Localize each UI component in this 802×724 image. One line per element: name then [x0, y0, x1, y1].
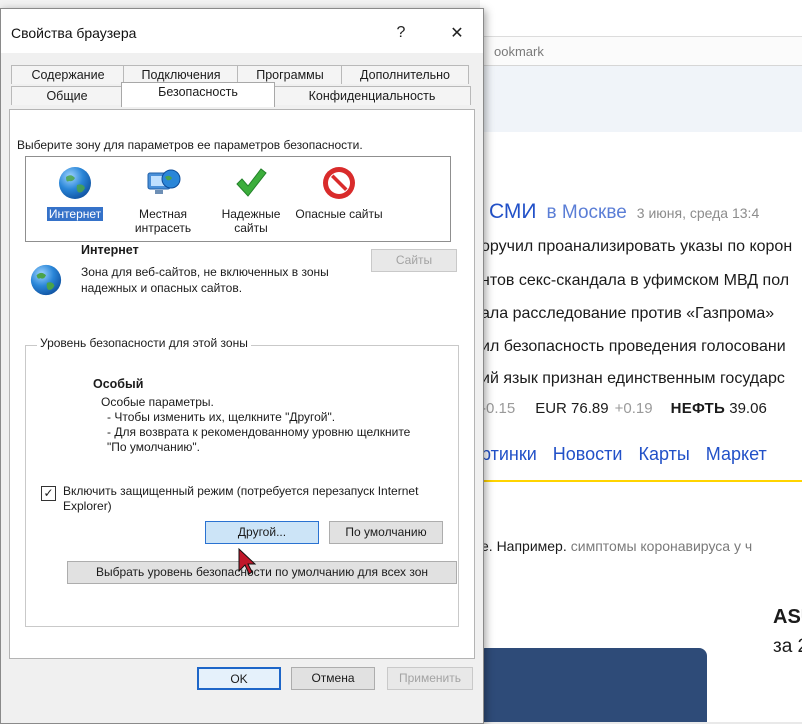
ad-title[interactable]: ASU: [773, 606, 802, 629]
news-header: СМИ в Москве 3 июня, среда 13:4: [489, 200, 759, 224]
mouse-cursor-icon: [238, 547, 257, 575]
zone-restricted[interactable]: Опасные сайты: [294, 159, 384, 237]
tab-general[interactable]: Общие: [11, 86, 123, 105]
rates-row: -0.15 EUR 76.89 +0.19 НЕФТЬ 39.06: [481, 400, 767, 417]
level-line: Особые параметры.: [101, 395, 214, 409]
news-item[interactable]: ала расследование против «Газпрома»: [481, 305, 774, 323]
news-item[interactable]: оручил проанализировать указы по корон: [481, 238, 792, 256]
checkmark-icon: [236, 168, 267, 197]
dialog-title: Свойства браузера: [11, 25, 137, 41]
close-button[interactable]: ✕: [437, 17, 477, 49]
news-item[interactable]: ил безопасность проведения голосовани: [481, 338, 786, 356]
search-example: е. Например. симптомы коронавируса у ч: [481, 538, 752, 554]
reset-all-zones-button[interactable]: Выбрать уровень безопасности по умолчани…: [67, 561, 457, 584]
eur-value: 76.89: [571, 400, 609, 417]
oil-label[interactable]: НЕФТЬ: [671, 400, 726, 417]
service-market-link[interactable]: Маркет: [706, 444, 767, 464]
globe-icon: [59, 167, 91, 199]
globe-icon: [30, 264, 62, 296]
level-line: - Для возврата к рекомендованному уровню…: [107, 425, 411, 439]
tab-row-front: Общие Безопасность Конфиденциальность: [9, 82, 473, 107]
zone-intranet[interactable]: Местная интрасеть: [118, 159, 208, 237]
help-button[interactable]: ?: [381, 17, 421, 49]
group-legend: Уровень безопасности для этой зоны: [37, 336, 251, 350]
level-line: - Чтобы изменить их, щелкните "Другой".: [107, 410, 336, 424]
search-example-query[interactable]: симптомы коронавируса у ч: [571, 538, 752, 554]
zone-title: Интернет: [81, 243, 139, 257]
eur-delta: +0.19: [614, 400, 653, 417]
eur-label[interactable]: EUR: [535, 400, 567, 417]
default-level-button[interactable]: По умолчанию: [329, 521, 443, 544]
zone-label: Интернет: [46, 207, 104, 221]
ok-button[interactable]: OK: [197, 667, 281, 690]
level-description: Особые параметры. - Чтобы изменить их, щ…: [101, 395, 461, 455]
zone-label: Местная интрасеть: [134, 207, 192, 235]
custom-level-button[interactable]: Другой...: [205, 521, 319, 544]
service-maps-link[interactable]: Карты: [638, 444, 689, 464]
bookmark-text[interactable]: ookmark: [494, 44, 544, 59]
zone-list: Интернет Местная интрасеть Надежные сайт…: [25, 156, 451, 242]
cancel-button[interactable]: Отмена: [291, 667, 375, 690]
tab-privacy[interactable]: Конфиденциальность: [273, 86, 471, 105]
level-line: "По умолчанию".: [107, 440, 201, 454]
help-icon: ?: [396, 24, 406, 41]
ad-subtitle: за 2: [773, 636, 802, 657]
zone-prompt: Выберите зону для параметров ее параметр…: [17, 138, 363, 152]
news-date: 3 июня, среда 13:4: [636, 205, 760, 221]
apply-button[interactable]: Применить: [387, 667, 473, 690]
divider: [481, 480, 802, 482]
zone-label: Опасные сайты: [295, 207, 383, 221]
ad-laptop-image[interactable]: [481, 648, 707, 722]
title-bar: Свойства браузера ? ✕: [1, 9, 483, 53]
intranet-icon: [147, 169, 181, 194]
sites-button[interactable]: Сайты: [371, 249, 457, 272]
oil-value: 39.06: [729, 400, 767, 417]
browser-tabbar: [480, 0, 802, 37]
zone-label: Надежные сайты: [221, 207, 281, 235]
page-header-strip: [480, 66, 802, 132]
news-source[interactable]: СМИ: [489, 200, 537, 223]
service-images-link[interactable]: ртинки: [481, 444, 537, 464]
close-icon: ✕: [450, 25, 464, 42]
services-nav: ртинки Новости Карты Маркет: [481, 444, 783, 465]
tab-content[interactable]: Содержание: [11, 65, 125, 84]
zone-trusted[interactable]: Надежные сайты: [206, 159, 296, 237]
news-item[interactable]: ий язык признан единственным государс: [481, 370, 785, 388]
news-city[interactable]: в Москве: [547, 202, 627, 223]
protected-mode-checkbox[interactable]: ✓: [41, 486, 56, 501]
service-news-link[interactable]: Новости: [553, 444, 623, 464]
search-example-prefix: е. Например.: [481, 538, 567, 554]
rate-delta: -0.15: [481, 400, 516, 417]
zone-internet[interactable]: Интернет: [30, 159, 120, 237]
web-page: СМИ в Москве 3 июня, среда 13:4 оручил про…: [480, 132, 802, 722]
tab-advanced[interactable]: Дополнительно: [341, 65, 469, 84]
zone-description: Зона для веб-сайтов, не включенных в зон…: [81, 265, 329, 295]
protected-mode-label: Включить защищенный режим (потребуется п…: [63, 484, 419, 513]
internet-options-dialog: Свойства браузера ? ✕ Содержание Подключ…: [0, 8, 484, 724]
tab-security[interactable]: Безопасность: [121, 82, 275, 107]
bookmarks-bar: ookmark: [480, 37, 802, 66]
level-title: Особый: [93, 377, 144, 391]
restricted-icon: [323, 167, 355, 199]
news-item[interactable]: нтов секс-скандала в уфимском МВД пол: [481, 272, 789, 290]
